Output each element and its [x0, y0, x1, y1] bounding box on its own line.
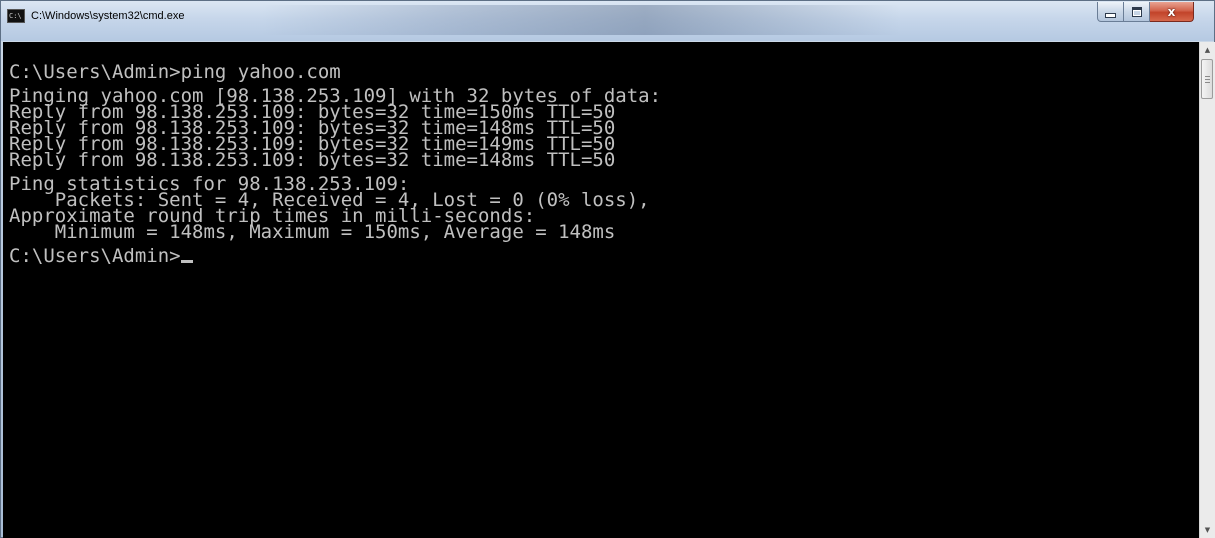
prompt-line[interactable]: C:\Users\Admin> [9, 245, 661, 267]
final-prompt: C:\Users\Admin> [9, 245, 181, 267]
minimize-button[interactable] [1097, 2, 1124, 22]
minimize-icon [1105, 12, 1116, 18]
scroll-down-arrow-icon[interactable]: ▼ [1200, 522, 1215, 538]
window-title: C:\Windows\system32\cmd.exe [31, 10, 185, 22]
close-button[interactable]: x [1150, 2, 1194, 22]
vertical-scrollbar[interactable]: ▲ ▼ [1199, 42, 1215, 538]
cmd-window: C:\ C:\Windows\system32\cmd.exe x C:\Use… [0, 0, 1215, 538]
console-output[interactable]: C:\Users\Admin>ping yahoo.com Pinging yah… [3, 42, 1199, 538]
rtt-values-line: Minimum = 148ms, Maximum = 150ms, Averag… [9, 221, 616, 243]
thumb-grip [1205, 76, 1210, 77]
text-cursor [180, 260, 193, 263]
thumb-grip [1205, 79, 1210, 80]
command-line: C:\Users\Admin>ping yahoo.com [9, 61, 341, 83]
scroll-up-arrow-icon[interactable]: ▲ [1200, 42, 1215, 58]
thumb-grip [1205, 82, 1210, 83]
console-text: C:\Users\Admin>ping yahoo.com Pinging yah… [9, 61, 661, 267]
close-icon: x [1167, 4, 1176, 19]
scroll-thumb[interactable] [1201, 59, 1213, 99]
maximize-icon [1131, 6, 1142, 17]
reply-line: Reply from 98.138.253.109: bytes=32 time… [9, 149, 616, 171]
cmd-icon[interactable]: C:\ [7, 9, 25, 23]
title-bar[interactable]: C:\ C:\Windows\system32\cmd.exe [1, 1, 1214, 41]
maximize-button[interactable] [1124, 2, 1150, 22]
